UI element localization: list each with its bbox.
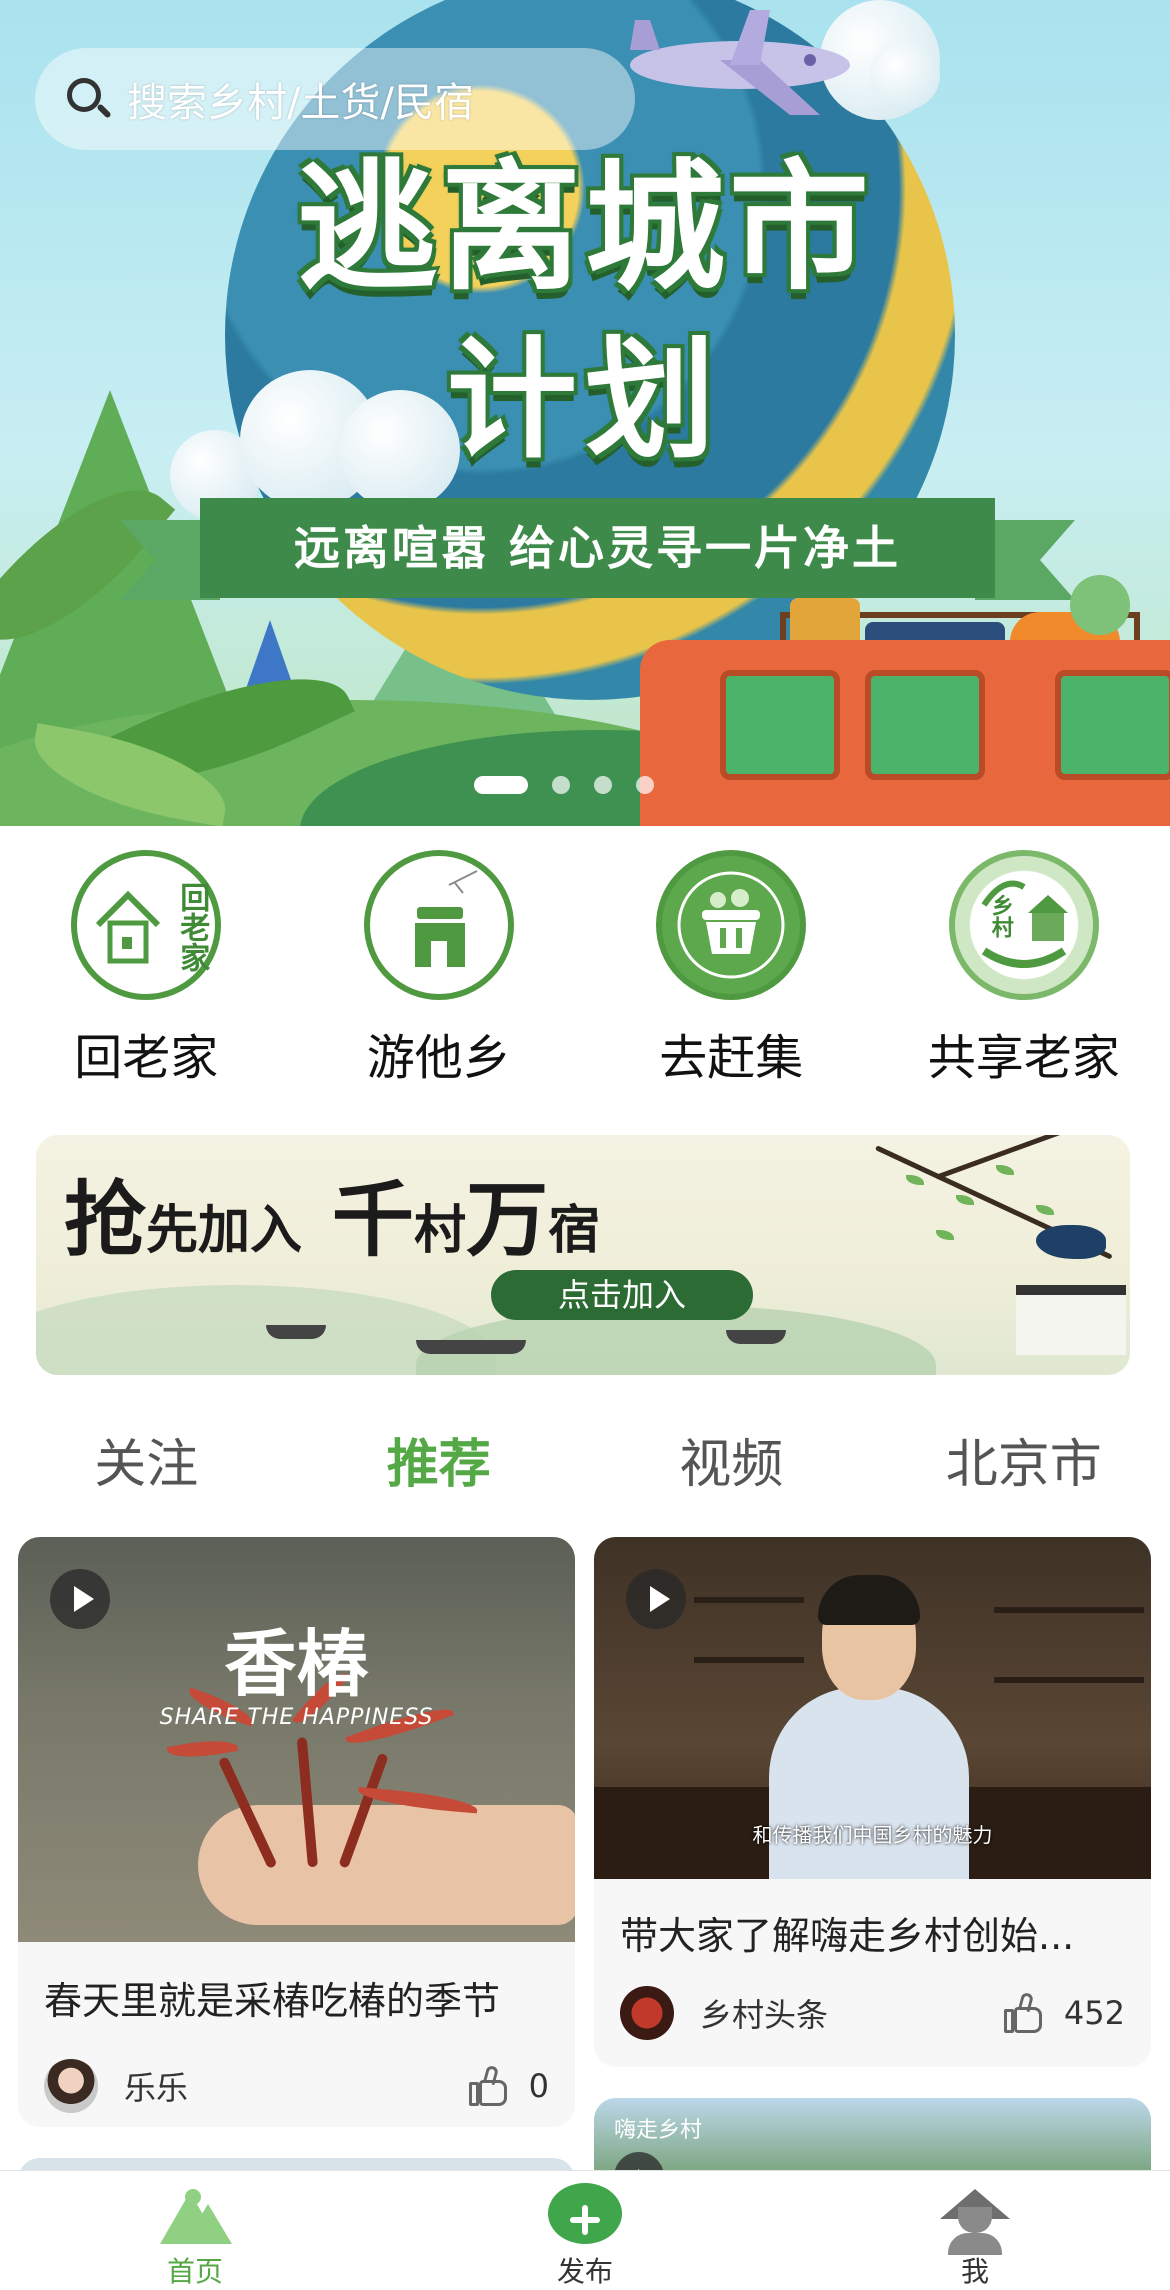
leaf-decoration	[996, 1165, 1014, 1175]
card-meta: 乐乐 0	[18, 2059, 575, 2113]
promo-title-part: 村	[414, 1200, 467, 1261]
bookshelf	[694, 1657, 804, 1663]
carousel-dot-active[interactable]	[474, 776, 528, 794]
nav-publish[interactable]: 发布	[390, 2171, 780, 2290]
promo-title-part: 抢	[64, 1172, 147, 1268]
carousel-dot[interactable]	[552, 776, 570, 794]
play-icon[interactable]	[626, 1569, 686, 1629]
category-icon-text: 乡村	[987, 894, 1013, 938]
car-window	[865, 670, 985, 780]
boat	[726, 1330, 786, 1344]
tab-recommended[interactable]: 推荐	[293, 1420, 586, 1510]
video-caption: 和传播我们中国乡村的魅力	[752, 1823, 993, 1847]
thumbs-up-icon[interactable]	[467, 2064, 511, 2108]
join-button[interactable]: 点击加入	[491, 1270, 753, 1320]
promo-title: 抢先加入 千村万宿	[64, 1153, 600, 1272]
leaf-decoration	[906, 1175, 924, 1185]
airplane-icon	[630, 10, 850, 115]
category-label: 回老家	[74, 1030, 219, 1086]
category-travel[interactable]: 游他乡	[293, 850, 586, 1090]
thumbnail-badge: 嗨走乡村	[614, 2118, 703, 2143]
hero-banner[interactable]: 逃离城市 计划 远离喧嚣 给心灵寻一片净土 搜索乡村/土货/民宿	[0, 0, 1170, 826]
market-basket-icon	[656, 850, 807, 1000]
car-window	[720, 670, 840, 780]
bookshelf	[694, 1597, 804, 1603]
avatar[interactable]	[44, 2059, 98, 2113]
promo-title-part: 万	[466, 1172, 549, 1268]
author-name[interactable]: 乡村头条	[700, 1990, 1002, 2036]
play-icon[interactable]	[50, 1569, 110, 1629]
thumbs-up-icon[interactable]	[1002, 1991, 1046, 2035]
tab-video[interactable]: 视频	[585, 1420, 878, 1510]
like-count: 0	[528, 2067, 549, 2105]
tab-following[interactable]: 关注	[0, 1420, 293, 1510]
card-thumbnail[interactable]: 香椿 SHARE THE HAPPINESS	[18, 1537, 575, 1942]
category-row: 回老家 回老家 游他乡 去赶集 乡村 共享老家	[0, 850, 1170, 1090]
balloon	[1070, 575, 1130, 635]
nav-label: 我	[960, 2255, 989, 2288]
shared-village-icon: 乡村	[948, 850, 1099, 1000]
promo-title-part: 宿	[548, 1200, 601, 1261]
promo-banner[interactable]: 抢先加入 千村万宿 点击加入	[36, 1135, 1130, 1375]
car-window	[1055, 670, 1170, 780]
avatar[interactable]	[620, 1986, 674, 2040]
carousel-dot[interactable]	[636, 776, 654, 794]
thumbnail-subtitle: SHARE THE HAPPINESS	[159, 1705, 434, 1730]
boat	[416, 1340, 526, 1354]
village-house	[1016, 1285, 1126, 1355]
feed-tabs: 关注 推荐 视频 北京市	[0, 1420, 1170, 1510]
feed-card[interactable]: 和传播我们中国乡村的魅力 带大家了解嗨走乡村创始... 乡村头条 452	[594, 1537, 1151, 2067]
leaf-decoration	[1036, 1205, 1054, 1215]
category-label: 去赶集	[659, 1030, 804, 1086]
card-title: 带大家了解嗨走乡村创始...	[620, 1914, 1075, 1958]
home-return-icon: 回老家	[71, 850, 222, 1000]
feed-card[interactable]: 香椿 SHARE THE HAPPINESS 春天里就是采椿吃椿的季节 乐乐 0	[18, 1537, 575, 2127]
profile-icon	[940, 2189, 1010, 2255]
leaf-decoration	[936, 1230, 954, 1240]
carousel-indicator	[474, 776, 654, 794]
car-illustration	[640, 640, 1170, 826]
leaf-decoration	[956, 1195, 974, 1205]
thumbnail-title: 香椿	[224, 1621, 369, 1706]
nav-home[interactable]: 首页	[0, 2171, 390, 2290]
category-label: 游他乡	[366, 1030, 511, 1086]
nav-me[interactable]: 我	[780, 2171, 1170, 2290]
plus-icon	[548, 2183, 622, 2244]
category-market[interactable]: 去赶集	[585, 850, 878, 1090]
bookshelf	[994, 1607, 1144, 1613]
card-thumbnail[interactable]: 和传播我们中国乡村的魅力	[594, 1537, 1151, 1879]
person-body	[769, 1687, 969, 1879]
bookshelf	[994, 1677, 1144, 1683]
promo-title-part: 先加入	[146, 1200, 303, 1261]
magpie-bird	[1036, 1225, 1106, 1259]
like-count: 452	[1063, 1994, 1125, 2032]
travel-house-icon	[363, 850, 514, 1000]
banner-ribbon: 远离喧嚣 给心灵寻一片净土	[200, 498, 995, 598]
nav-label: 发布	[556, 2255, 613, 2288]
category-shared-home[interactable]: 乡村 共享老家	[878, 850, 1170, 1090]
author-name[interactable]: 乐乐	[124, 2063, 467, 2109]
promo-title-part: 千	[332, 1172, 415, 1268]
category-return-home[interactable]: 回老家 回老家	[0, 850, 293, 1090]
bottom-nav: 首页 发布 我	[0, 2170, 1170, 2290]
search-icon	[63, 74, 113, 124]
category-icon-text: 回老家	[174, 882, 210, 972]
banner-title-line2: 计划	[446, 324, 723, 476]
carousel-dot[interactable]	[594, 776, 612, 794]
nav-label: 首页	[166, 2255, 223, 2288]
cloud	[870, 40, 940, 110]
card-meta: 乡村头条 452	[594, 1986, 1151, 2040]
mountain-home-icon	[160, 2189, 232, 2244]
search-placeholder: 搜索乡村/土货/民宿	[127, 80, 474, 126]
tab-beijing[interactable]: 北京市	[878, 1420, 1170, 1510]
search-bar[interactable]: 搜索乡村/土货/民宿	[35, 48, 635, 150]
category-label: 共享老家	[927, 1030, 1120, 1086]
card-title: 春天里就是采椿吃椿的季节	[44, 1979, 501, 2023]
boat	[266, 1325, 326, 1339]
person-hair	[818, 1575, 920, 1625]
